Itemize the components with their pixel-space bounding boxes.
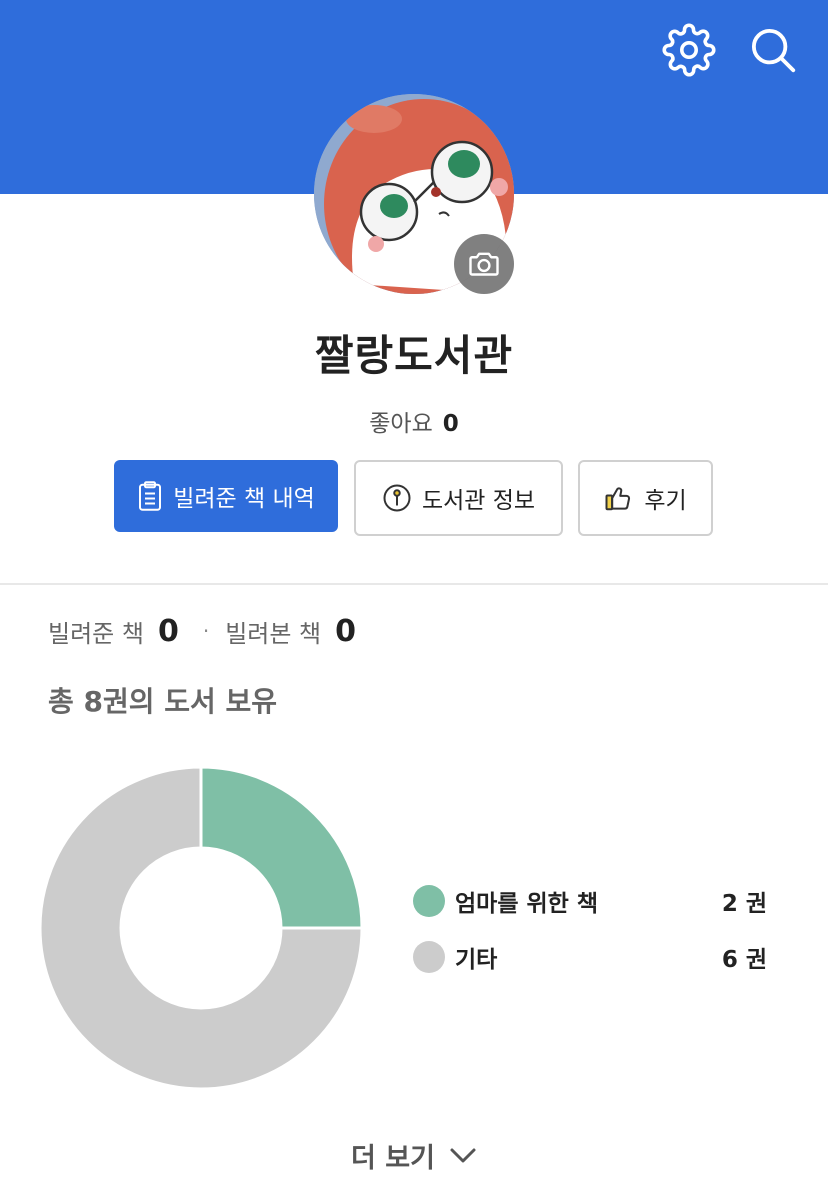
legend-label: 기타 — [455, 947, 498, 973]
profile-avatar — [314, 94, 514, 294]
legend-item: 기타 6 권 — [413, 936, 773, 978]
see-more-button[interactable]: 더 보기 — [0, 1136, 828, 1175]
legend-item: 엄마를 위한 책 2 권 — [413, 880, 773, 922]
camera-icon — [469, 252, 499, 276]
likes-summary: 좋아요 0 — [0, 404, 828, 438]
library-info-button[interactable]: 도서관 정보 — [354, 460, 563, 536]
library-name: 짤랑도서관 — [314, 331, 514, 380]
chart-legend: 엄마를 위한 책 2 권 기타 6 권 — [413, 880, 773, 992]
lent-books-count: 0 — [157, 613, 179, 649]
borrowed-books-count: 0 — [335, 613, 357, 649]
gear-icon — [662, 23, 716, 77]
likes-label: 좋아요 — [369, 411, 433, 437]
settings-button[interactable] — [661, 22, 717, 78]
collection-donut-chart — [40, 767, 362, 1089]
library-info-label: 도서관 정보 — [421, 488, 536, 514]
lent-history-label: 빌려준 책 내역 — [173, 486, 315, 512]
borrowed-books-label: 빌려본 책 — [225, 619, 322, 648]
reviews-label: 후기 — [644, 488, 687, 514]
search-button[interactable] — [745, 22, 801, 78]
legend-swatch — [413, 885, 445, 917]
see-more-label: 더 보기 — [351, 1143, 435, 1174]
legend-value: 2 권 — [721, 891, 767, 917]
section-divider — [0, 583, 828, 585]
info-icon — [383, 484, 411, 512]
legend-label: 엄마를 위한 책 — [455, 891, 598, 917]
change-photo-button[interactable] — [454, 234, 514, 294]
stats-separator: · — [202, 619, 210, 643]
thumbs-up-icon — [605, 487, 631, 511]
search-icon — [751, 28, 796, 73]
collection-total: 총 8권의 도서 보유 — [48, 685, 278, 718]
clipboard-icon — [139, 481, 162, 511]
book-stats: 빌려준 책 0 · 빌려본 책 0 — [48, 610, 356, 652]
donut-slice-0 — [199, 767, 362, 930]
chevron-down-icon — [450, 1148, 476, 1162]
legend-swatch — [413, 941, 445, 973]
likes-count: 0 — [442, 411, 459, 437]
lent-history-button[interactable]: 빌려준 책 내역 — [114, 460, 338, 532]
lent-books-label: 빌려준 책 — [48, 619, 144, 648]
reviews-button[interactable]: 후기 — [578, 460, 713, 536]
legend-value: 6 권 — [721, 947, 767, 973]
